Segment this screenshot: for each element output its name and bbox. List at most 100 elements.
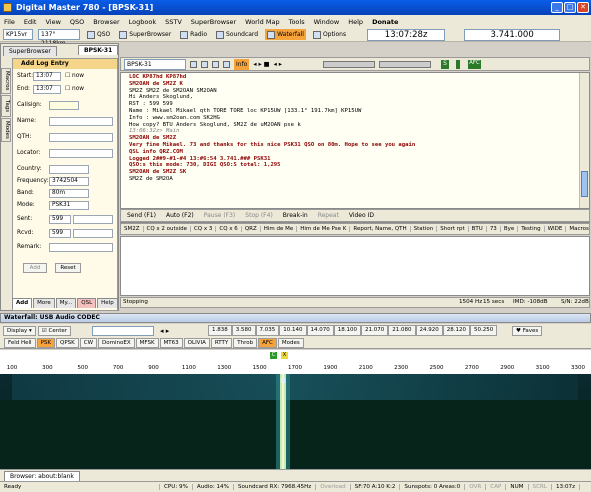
- tool-icon[interactable]: [201, 60, 208, 68]
- freq-preset-button[interactable]: 14.070: [306, 325, 334, 336]
- freq-preset-button[interactable]: 50.250: [470, 325, 498, 336]
- log-tab-add[interactable]: Add: [12, 298, 33, 308]
- radio-button[interactable]: Radio: [178, 29, 209, 40]
- mode-combo[interactable]: BPSK-31: [124, 58, 186, 70]
- close-icon[interactable]: ✕: [577, 2, 589, 13]
- squelch-slider[interactable]: [323, 61, 375, 68]
- mode-button-afc[interactable]: AFC: [258, 338, 277, 348]
- rcvd-field[interactable]: 599: [49, 229, 71, 238]
- bearing-combo[interactable]: 137° 2118km: [38, 29, 80, 47]
- menu-item-sstv[interactable]: SSTV: [165, 18, 182, 26]
- frequency-display[interactable]: 3.741.000: [464, 28, 561, 41]
- locator-field[interactable]: [49, 149, 113, 158]
- freq-preset-button[interactable]: 21.070: [361, 325, 389, 336]
- faves-button[interactable]: ♥ Faves: [512, 326, 543, 336]
- superbrowser-button[interactable]: SuperBrowser: [117, 29, 173, 40]
- macro-button[interactable]: Testing: [518, 226, 545, 232]
- name-field[interactable]: [49, 117, 113, 126]
- tx-button-pause-f3-[interactable]: Pause (F3): [202, 210, 238, 221]
- menu-item-edit[interactable]: Edit: [24, 18, 37, 26]
- menu-item-file[interactable]: File: [4, 18, 15, 26]
- tx-button-send-f1-[interactable]: Send (F1): [125, 210, 158, 221]
- nav-arrows[interactable]: ◂ ▸: [274, 61, 282, 68]
- vtab-modes[interactable]: Modes: [1, 118, 11, 142]
- mode-button-dominoex[interactable]: DominoEX: [98, 338, 135, 348]
- info-button[interactable]: Info: [234, 58, 250, 70]
- freq-preset-button[interactable]: 21.080: [388, 325, 416, 336]
- mode-button-psk[interactable]: PSK: [36, 338, 56, 348]
- tx-button-repeat[interactable]: Repeat: [316, 210, 341, 221]
- macro-button[interactable]: CQ x 2 outside: [144, 226, 191, 232]
- log-tab-help[interactable]: Help: [97, 298, 118, 308]
- rx-scroll-thumb[interactable]: [581, 171, 588, 197]
- browser-tab[interactable]: Browser: about:blank: [4, 471, 80, 481]
- remark-field[interactable]: [49, 243, 113, 252]
- menu-item-world-map[interactable]: World Map: [245, 18, 279, 26]
- end-time-field[interactable]: 13:07: [33, 85, 61, 94]
- mode-button-cw[interactable]: CW: [79, 338, 98, 348]
- vtab-tags[interactable]: Tags: [1, 95, 11, 117]
- menu-item-donate[interactable]: Donate: [372, 18, 398, 26]
- macro-button[interactable]: QRZ: [242, 226, 261, 232]
- reset-button[interactable]: Reset: [55, 263, 81, 273]
- options-button[interactable]: Options: [311, 29, 348, 40]
- macro-button[interactable]: SM2Z: [121, 226, 144, 232]
- mode-button-modes[interactable]: Modes: [277, 338, 304, 348]
- level-slider[interactable]: [379, 61, 431, 68]
- menu-item-superbrowser[interactable]: SuperBrowser: [191, 18, 236, 26]
- tab-superbrowser[interactable]: SuperBrowser: [3, 46, 57, 56]
- freq-preset-button[interactable]: 10.140: [279, 325, 307, 336]
- start-time-field[interactable]: 13:07: [33, 72, 61, 81]
- waterfall-display[interactable]: [0, 374, 591, 469]
- freq-preset-button[interactable]: 3.580: [231, 325, 256, 336]
- waterfall-button[interactable]: Waterfall: [265, 29, 306, 40]
- tool-icon[interactable]: [223, 60, 230, 68]
- menu-item-tools[interactable]: Tools: [289, 18, 305, 26]
- mode-button-rtty[interactable]: RTTY: [210, 338, 233, 348]
- menu-item-window[interactable]: Window: [314, 18, 340, 26]
- log-tab-qsl[interactable]: QSL: [77, 298, 97, 308]
- soundcard-button[interactable]: Soundcard: [214, 29, 260, 40]
- macro-button[interactable]: BTU: [469, 226, 487, 232]
- qso-button[interactable]: QSO: [85, 29, 112, 40]
- freq-preset-button[interactable]: 7.035: [255, 325, 280, 336]
- tx-button-break-in[interactable]: Break-in: [281, 210, 310, 221]
- waterfall-nav-arrows[interactable]: ◂ ▸: [160, 327, 169, 335]
- tab-bpsk31[interactable]: BPSK-31: [78, 45, 119, 55]
- macro-button[interactable]: WIDE: [545, 226, 567, 232]
- center-checkbox[interactable]: ☑ Center: [37, 326, 71, 336]
- log-tab-more[interactable]: More: [33, 298, 55, 308]
- qth-field[interactable]: [49, 133, 113, 142]
- mode-button-feld-hell[interactable]: Feld Hell: [4, 338, 36, 348]
- minimize-icon[interactable]: _: [551, 2, 563, 13]
- callsign-combo[interactable]: KP15vr: [3, 29, 33, 40]
- display-button[interactable]: Display ▾: [3, 326, 36, 336]
- start-now-checkbox[interactable]: ☐ now: [65, 73, 84, 79]
- mode-select[interactable]: PSK31: [49, 201, 89, 210]
- rx-text-area[interactable]: LOC KP87hd KP87hd SM2OAN de SM2Z K SM2Z SM…: [120, 72, 590, 209]
- menu-item-logbook[interactable]: Logbook: [129, 18, 156, 26]
- macro-button[interactable]: Him de Me: [261, 226, 298, 232]
- mode-button-throb[interactable]: Throb: [233, 338, 258, 348]
- macro-button[interactable]: Station: [411, 226, 438, 232]
- end-now-checkbox[interactable]: ☐ now: [65, 86, 84, 92]
- vtab-macros[interactable]: Macros: [1, 68, 11, 94]
- freq-preset-button[interactable]: 1.838: [208, 325, 232, 336]
- freq-preset-button[interactable]: 18.100: [333, 325, 361, 336]
- macro-button[interactable]: Him de Me Pse K: [297, 226, 351, 232]
- mode-button-olivia[interactable]: OLIVIA: [183, 338, 210, 348]
- macro-button[interactable]: Bye: [501, 226, 519, 232]
- maximize-icon[interactable]: □: [564, 2, 576, 13]
- rcvd-extra-field[interactable]: [73, 229, 113, 238]
- tx-button-auto-f2-[interactable]: Auto (F2): [164, 210, 196, 221]
- tool-icon[interactable]: [190, 60, 197, 68]
- marker-x[interactable]: X: [281, 352, 288, 359]
- marker-c[interactable]: C: [270, 352, 277, 359]
- macro-button[interactable]: Macros: [566, 226, 591, 232]
- freq-preset-button[interactable]: 24.920: [415, 325, 443, 336]
- callsign-field[interactable]: [49, 101, 79, 110]
- band-select[interactable]: 80m: [49, 189, 89, 198]
- macro-button[interactable]: 73: [487, 226, 501, 232]
- macro-button[interactable]: CQ x 6: [216, 226, 242, 232]
- macro-button[interactable]: Report, Name, QTH: [350, 226, 411, 232]
